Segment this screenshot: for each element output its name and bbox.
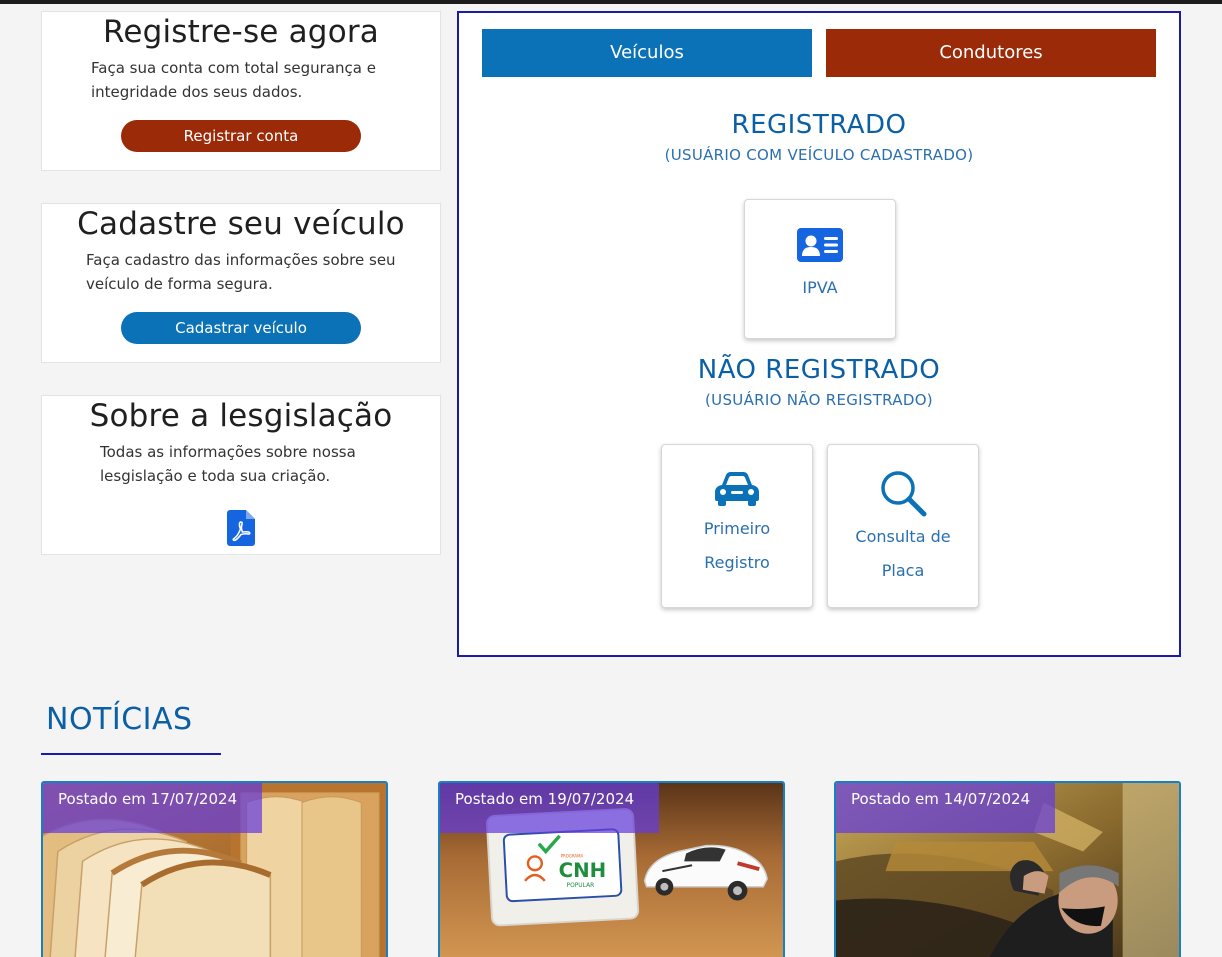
register-card-title: Registre-se agora: [103, 14, 379, 50]
news-card[interactable]: CNH POPULAR PROGRAMA Postado em 19/07/20…: [438, 781, 785, 957]
top-bar: [0, 0, 1222, 4]
unregistered-title: NÃO REGISTRADO: [697, 355, 941, 385]
legislation-card: Sobre a lesgislação Todas as informações…: [41, 395, 441, 555]
register-card: Registre-se agora Faça sua conta com tot…: [41, 11, 441, 171]
first-registration-button[interactable]: Primeiro Registro: [661, 444, 813, 608]
vehicle-card-text: Faça cadastro das informações sobre seu …: [86, 251, 396, 293]
ipva-label: IPVA: [802, 278, 838, 297]
pdf-file-icon[interactable]: [227, 510, 255, 546]
first-registration-label-line1: Primeiro: [703, 519, 771, 538]
cnh-logo-subtext: POPULAR: [567, 883, 595, 889]
first-registration-label-line2: Registro: [704, 553, 770, 572]
news-card[interactable]: Postado em 14/07/2024: [834, 781, 1181, 957]
search-icon: [881, 471, 927, 517]
vehicle-card: Cadastre seu veículo Faça cadastro das i…: [41, 203, 441, 363]
plate-lookup-label-line2: Placa: [881, 561, 925, 580]
vehicle-card-title: Cadastre seu veículo: [77, 206, 405, 242]
plate-lookup-label-line1: Consulta de: [855, 527, 951, 546]
registered-subtitle: (USUÁRIO COM VEÍCULO CADASTRADO): [664, 146, 974, 164]
services-panel: Veículos Condutores REGISTRADO (USUÁRIO …: [457, 11, 1181, 657]
tab-condutores[interactable]: Condutores: [826, 29, 1156, 77]
legislation-card-text: Todas as informações sobre nossa lesgisl…: [100, 443, 356, 485]
register-account-button[interactable]: Registrar conta: [121, 120, 361, 152]
registered-title: REGISTRADO: [731, 110, 907, 140]
register-vehicle-button[interactable]: Cadastrar veículo: [121, 312, 361, 344]
register-card-text: Faça sua conta com total segurança e int…: [91, 59, 376, 101]
news-date: Postado em 19/07/2024: [440, 783, 659, 833]
news-title: NOTÍCIAS: [46, 702, 193, 737]
news-date: Postado em 17/07/2024: [43, 783, 262, 833]
news-card[interactable]: Postado em 17/07/2024: [41, 781, 388, 957]
id-card-icon: [797, 228, 843, 262]
legislation-card-title: Sobre a lesgislação: [89, 398, 393, 434]
ipva-service-button[interactable]: IPVA: [744, 199, 896, 339]
cnh-logo-small: PROGRAMA: [561, 853, 584, 858]
car-icon: [715, 472, 759, 506]
cnh-logo-text: CNH: [559, 859, 607, 882]
news-date: Postado em 14/07/2024: [836, 783, 1055, 833]
plate-lookup-button[interactable]: Consulta de Placa: [827, 444, 979, 608]
news-title-underline: [41, 753, 221, 755]
unregistered-subtitle: (USUÁRIO NÃO REGISTRADO): [705, 391, 933, 409]
tab-veiculos[interactable]: Veículos: [482, 29, 812, 77]
